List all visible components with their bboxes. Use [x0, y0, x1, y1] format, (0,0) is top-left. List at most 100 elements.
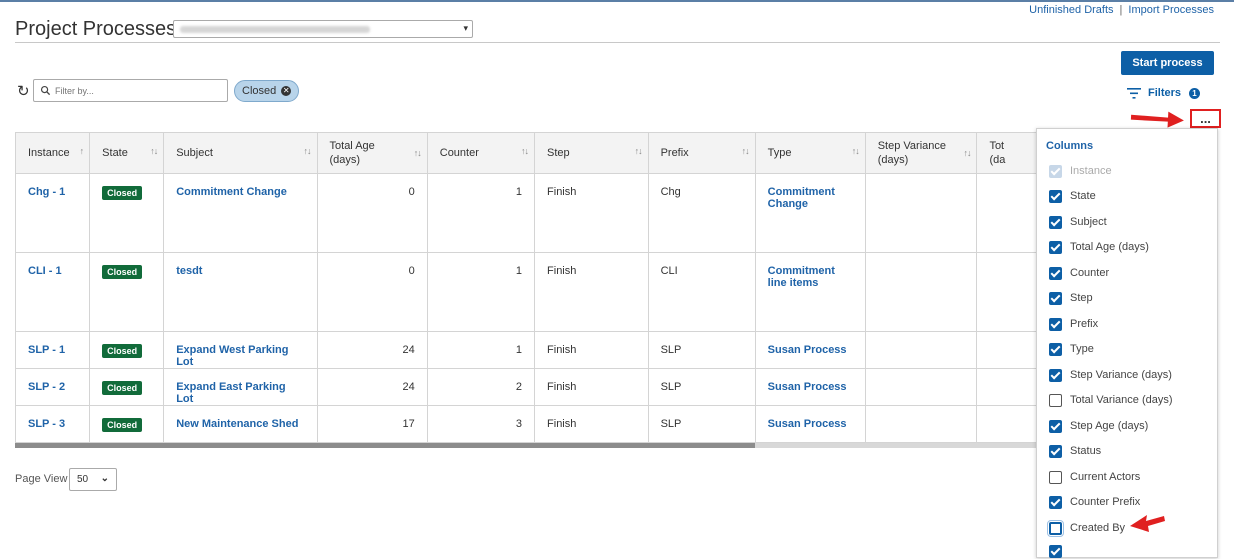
column-option-step-variance[interactable]: Step Variance (days) [1049, 367, 1172, 383]
start-process-button[interactable]: Start process [1121, 51, 1214, 75]
option-label: Instance [1070, 165, 1112, 177]
column-option-total-variance[interactable]: Total Variance (days) [1049, 392, 1173, 408]
table-row: CLI - 1 Closed tesdt 0 1 Finish CLI Comm… [15, 252, 1037, 332]
column-header[interactable]: Prefix ↑↓ [647, 132, 756, 174]
subject-cell[interactable]: tesdt [163, 252, 318, 332]
column-option-counter-prefix[interactable]: Counter Prefix [1049, 494, 1140, 510]
checkbox[interactable] [1049, 215, 1062, 229]
column-header[interactable]: Subject ↑↓ [163, 132, 318, 174]
subject-cell[interactable]: New Maintenance Shed [163, 405, 318, 443]
instance-link[interactable]: SLP - 3 [28, 418, 65, 430]
instance-cell[interactable]: CLI - 1 [15, 252, 91, 332]
column-header[interactable]: Total Age (days) ↑↓ [316, 132, 428, 174]
column-header[interactable]: Step Variance (days) ↑↓ [864, 132, 978, 174]
checkbox[interactable] [1049, 342, 1062, 356]
unfinished-drafts-link[interactable]: Unfinished Drafts [1029, 4, 1113, 16]
column-option-current-actors[interactable]: Current Actors [1049, 469, 1140, 485]
header-label: Instance [28, 147, 70, 159]
type-cell[interactable]: Commitment Change [754, 173, 866, 253]
instance-link[interactable]: CLI - 1 [28, 265, 62, 277]
subject-cell[interactable]: Expand West Parking Lot [163, 331, 318, 369]
page-size-select[interactable]: 50 ⌄ [69, 468, 117, 491]
subject-cell[interactable]: Commitment Change [163, 173, 318, 253]
column-option-counter[interactable]: Counter [1049, 265, 1109, 281]
remove-chip-icon[interactable]: ✕ [281, 86, 292, 96]
checkbox[interactable] [1049, 240, 1062, 254]
subject-link[interactable]: Expand East Parking Lot [176, 381, 285, 405]
import-processes-link[interactable]: Import Processes [1128, 4, 1214, 16]
sort-icon[interactable]: ↑↓ [963, 146, 971, 160]
subject-link[interactable]: New Maintenance Shed [176, 418, 298, 430]
type-link[interactable]: Susan Process [768, 418, 847, 430]
filters-label: Filters [1148, 87, 1182, 99]
type-link[interactable]: Susan Process [768, 344, 847, 356]
checkbox[interactable] [1049, 393, 1062, 407]
checkbox[interactable] [1049, 544, 1062, 558]
sort-icon[interactable]: ↑ [80, 146, 84, 156]
subject-link[interactable]: Expand West Parking Lot [176, 344, 288, 368]
column-header[interactable]: Instance ↑ [15, 132, 91, 174]
filter-input[interactable] [53, 83, 223, 98]
instance-cell[interactable]: Chg - 1 [15, 173, 91, 253]
checkbox[interactable] [1049, 189, 1062, 203]
type-cell[interactable]: Susan Process [754, 405, 866, 443]
column-option-subject[interactable]: Subject [1049, 214, 1107, 230]
sort-icon[interactable]: ↑↓ [304, 146, 312, 156]
column-header[interactable]: Step ↑↓ [534, 132, 649, 174]
column-option-created-by[interactable]: Created By [1047, 519, 1125, 537]
column-option-prefix[interactable]: Prefix [1049, 316, 1098, 332]
column-option-step-age[interactable]: Step Age (days) [1049, 418, 1148, 434]
step-cell: Finish [534, 252, 649, 332]
sort-icon[interactable]: ↑↓ [150, 146, 158, 156]
checkbox[interactable] [1049, 291, 1062, 305]
checkbox[interactable] [1049, 368, 1062, 382]
sort-icon[interactable]: ↑↓ [742, 146, 750, 156]
instance-cell[interactable]: SLP - 2 [15, 368, 91, 406]
checkbox[interactable] [1047, 519, 1064, 537]
sort-icon[interactable]: ↑↓ [521, 146, 529, 156]
column-option-partial[interactable] [1049, 543, 1070, 559]
checkbox[interactable] [1049, 470, 1062, 484]
type-link[interactable]: Commitment line items [768, 265, 835, 289]
type-cell[interactable]: Susan Process [754, 331, 866, 369]
checkbox[interactable] [1049, 419, 1062, 433]
subject-cell[interactable]: Expand East Parking Lot [163, 368, 318, 406]
column-header[interactable]: Counter ↑↓ [426, 132, 536, 174]
instance-cell[interactable]: SLP - 1 [15, 331, 91, 369]
checkbox[interactable] [1049, 266, 1062, 280]
sort-icon[interactable]: ↑↓ [852, 146, 860, 156]
checkbox[interactable] [1049, 444, 1062, 458]
scrollbar-thumb[interactable] [15, 443, 755, 448]
column-option-step[interactable]: Step [1049, 290, 1093, 306]
sort-icon[interactable]: ↑↓ [414, 146, 422, 160]
refresh-icon[interactable]: ↻ [17, 82, 30, 100]
filter-field[interactable] [33, 79, 228, 102]
sort-icon[interactable]: ↑↓ [635, 146, 643, 156]
step-variance-cell [864, 173, 978, 253]
subject-link[interactable]: tesdt [176, 265, 202, 277]
column-option-total-age[interactable]: Total Age (days) [1049, 239, 1149, 255]
type-cell[interactable]: Susan Process [754, 368, 866, 406]
filters-button[interactable]: Filters 1 [1127, 86, 1201, 100]
type-cell[interactable]: Commitment line items [754, 252, 866, 332]
type-link[interactable]: Susan Process [768, 381, 847, 393]
column-header[interactable]: State ↑↓ [89, 132, 165, 174]
project-select[interactable]: ▾ [173, 20, 473, 38]
column-option-state[interactable]: State [1049, 188, 1096, 204]
column-header[interactable]: Type ↑↓ [754, 132, 866, 174]
instance-link[interactable]: SLP - 2 [28, 381, 65, 393]
instance-link[interactable]: SLP - 1 [28, 344, 65, 356]
checkbox[interactable] [1049, 495, 1062, 509]
subject-link[interactable]: Commitment Change [176, 186, 287, 198]
checkbox[interactable] [1049, 317, 1062, 331]
column-option-status[interactable]: Status [1049, 443, 1101, 459]
table-row: SLP - 2 Closed Expand East Parking Lot 2… [15, 368, 1037, 406]
column-header[interactable]: Tot (da [976, 132, 1037, 174]
type-link[interactable]: Commitment Change [768, 186, 835, 210]
instance-cell[interactable]: SLP - 3 [15, 405, 91, 443]
column-option-type[interactable]: Type [1049, 341, 1094, 357]
processes-table: Instance ↑ State ↑↓ Subject ↑↓ Total Age (d… [15, 132, 1037, 443]
instance-link[interactable]: Chg - 1 [28, 186, 65, 198]
more-options-button[interactable]: ... [1190, 109, 1221, 128]
option-label: Counter [1070, 267, 1110, 279]
